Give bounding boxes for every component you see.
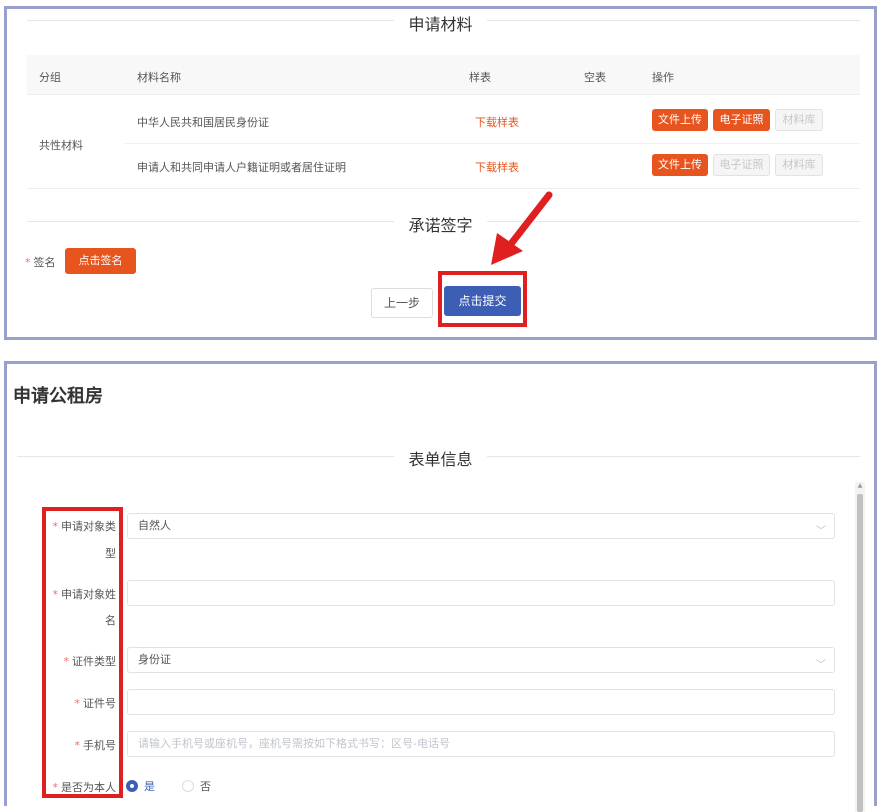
row-divider <box>125 143 860 144</box>
prev-step-button[interactable]: 上一步 <box>371 288 433 318</box>
col-sample: 样表 <box>469 71 491 84</box>
commitment-title: 承诺签字 <box>7 212 874 236</box>
col-blank: 空表 <box>584 71 606 84</box>
sign-label: * 签名 <box>25 256 56 269</box>
arrow-icon <box>491 191 553 265</box>
highlight-box <box>438 271 527 327</box>
table-bottom <box>27 188 860 189</box>
radio-yes[interactable]: 是 <box>126 778 155 794</box>
download-sample-link[interactable]: 下载样表 <box>475 114 519 130</box>
file-upload-button[interactable]: 文件上传 <box>652 154 708 176</box>
radio-no[interactable]: 否 <box>182 778 211 794</box>
chevron-down-icon: ﹀ <box>816 526 826 537</box>
materials-panel: 申请材料 分组 材料名称 样表 空表 操作 共性材料 中华人民共和国居民身份证 … <box>4 6 877 340</box>
materials-title: 申请材料 <box>7 11 874 35</box>
scrollbar[interactable]: ▲ <box>855 482 865 812</box>
page-title: 申请公租房 <box>13 386 103 407</box>
id-type-select[interactable]: 身份证 ﹀ <box>127 647 835 673</box>
download-sample-link[interactable]: 下载样表 <box>475 159 519 175</box>
scrollbar-thumb[interactable] <box>857 494 863 812</box>
group-cell: 共性材料 <box>39 139 83 152</box>
file-upload-button[interactable]: 文件上传 <box>652 109 708 131</box>
highlight-box <box>42 507 123 798</box>
applicant-type-select[interactable]: 自然人 ﹀ <box>127 513 835 539</box>
scroll-up-icon[interactable]: ▲ <box>855 482 865 489</box>
form-section-title: 表单信息 <box>7 446 874 470</box>
radio-checked-icon <box>126 780 138 792</box>
col-group: 分组 <box>39 71 61 84</box>
e-license-button[interactable]: 电子证照 <box>713 154 770 176</box>
material-library-button[interactable]: 材料库 <box>775 154 823 176</box>
id-number-input[interactable] <box>127 689 835 715</box>
applicant-name-input[interactable] <box>127 580 835 606</box>
material-library-button[interactable]: 材料库 <box>775 109 823 131</box>
col-actions: 操作 <box>652 71 674 84</box>
phone-input[interactable]: 请输入手机号或座机号，座机号需按如下格式书写：区号-电话号 <box>127 731 835 757</box>
sign-button[interactable]: 点击签名 <box>65 248 136 274</box>
material-name: 申请人和共同申请人户籍证明或者居住证明 <box>137 161 346 174</box>
radio-unchecked-icon <box>182 780 194 792</box>
material-name: 中华人民共和国居民身份证 <box>137 116 269 129</box>
chevron-down-icon: ﹀ <box>816 660 826 671</box>
col-name: 材料名称 <box>137 71 181 84</box>
e-license-button[interactable]: 电子证照 <box>713 109 770 131</box>
